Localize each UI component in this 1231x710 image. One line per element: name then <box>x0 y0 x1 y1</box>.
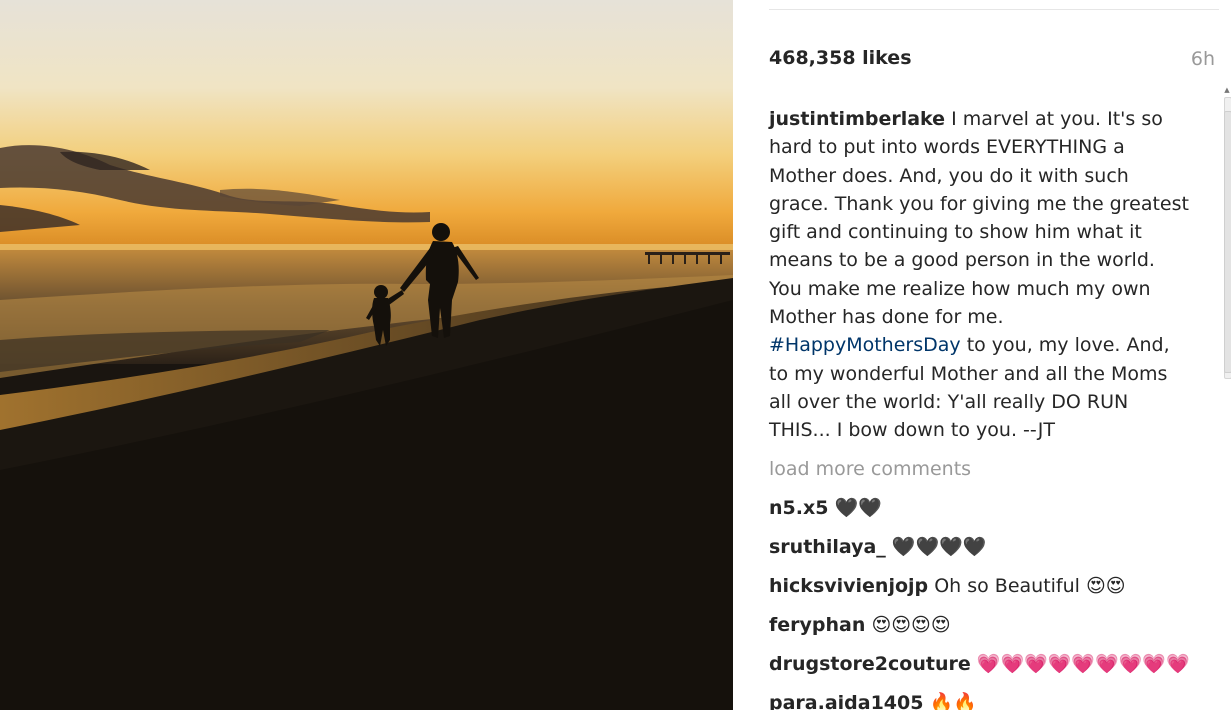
post-caption: justintimberlake I marvel at you. It's s… <box>769 105 1189 445</box>
caption-scrollbar[interactable]: ▲ <box>1223 85 1231 381</box>
comment: hicksvivienjojp Oh so Beautiful 😍😍 <box>769 573 1209 612</box>
comment: n5.x5 🖤🖤 <box>769 495 1209 534</box>
comment-text: 🖤🖤🖤🖤 <box>891 536 987 558</box>
comment: drugstore2couture 💗💗💗💗💗💗💗💗💗 <box>769 651 1209 690</box>
comment: para.aida1405 🔥🔥 <box>769 690 1209 710</box>
comment-text: 🔥🔥 <box>929 692 977 710</box>
hashtag-link[interactable]: #HappyMothersDay <box>769 334 961 356</box>
comment-list: n5.x5 🖤🖤 sruthilaya_ 🖤🖤🖤🖤 hicksvivienjoj… <box>769 495 1209 710</box>
scroll-up-arrow-icon[interactable]: ▲ <box>1223 85 1231 95</box>
comment: feryphan 😍😍😍😍 <box>769 612 1209 651</box>
comment-text: 😍😍😍😍 <box>871 614 951 636</box>
comment: sruthilaya_ 🖤🖤🖤🖤 <box>769 534 1209 573</box>
comment-username[interactable]: feryphan <box>769 614 865 636</box>
comment-username[interactable]: sruthilaya_ <box>769 536 886 558</box>
comment-text: Oh so Beautiful 😍😍 <box>934 575 1126 597</box>
post-photo[interactable] <box>0 0 733 710</box>
load-more-comments-button[interactable]: load more comments <box>769 458 971 480</box>
comment-text: 🖤🖤 <box>834 497 882 519</box>
sunset-beach-image <box>0 0 733 710</box>
post-timestamp[interactable]: 6h <box>1191 48 1215 70</box>
caption-username[interactable]: justintimberlake <box>769 108 945 130</box>
comment-username[interactable]: drugstore2couture <box>769 653 971 675</box>
comment-username[interactable]: n5.x5 <box>769 497 828 519</box>
comment-username[interactable]: para.aida1405 <box>769 692 923 710</box>
comment-username[interactable]: hicksvivienjojp <box>769 575 928 597</box>
caption-text: I marvel at you. It's so hard to put int… <box>769 108 1189 329</box>
likes-count[interactable]: 468,358 likes <box>769 47 912 69</box>
scrollbar-thumb[interactable] <box>1224 111 1231 373</box>
divider <box>769 9 1219 10</box>
comment-text: 💗💗💗💗💗💗💗💗💗 <box>976 653 1190 675</box>
post-details-panel: 468,358 likes 6h justintimberlake I marv… <box>733 0 1231 710</box>
